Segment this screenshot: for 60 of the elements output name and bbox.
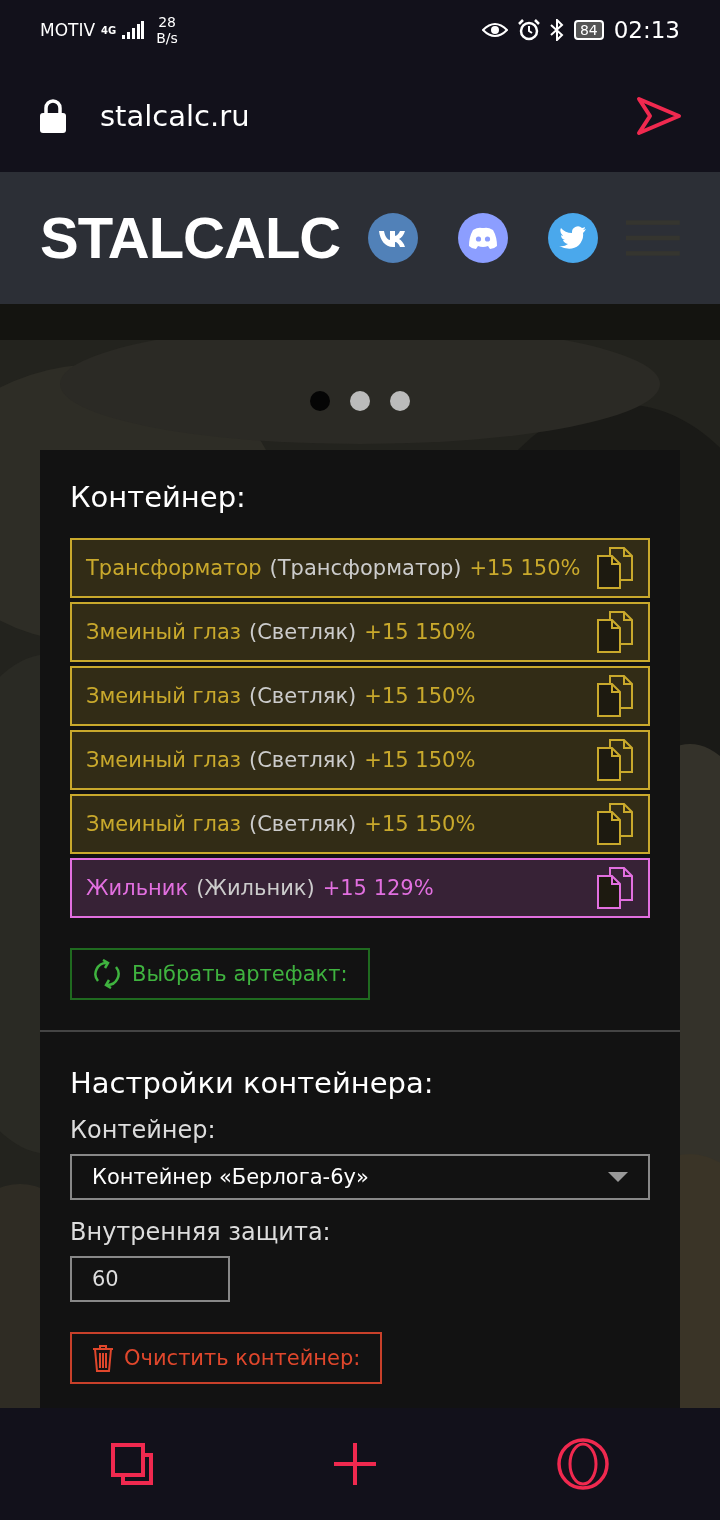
url-text[interactable]: stalcalc.ru	[100, 99, 602, 133]
artifact-name: Змеиный глаз	[86, 620, 241, 644]
refresh-icon	[92, 959, 122, 989]
field-label: Внутренняя защита:	[70, 1218, 332, 1246]
copy-icon[interactable]	[596, 675, 634, 717]
artifact-bonus: +15 150%	[364, 748, 476, 772]
artifact-bonus: +15 129%	[322, 876, 434, 900]
select-artifact-button[interactable]: Выбрать артефакт:	[70, 948, 370, 1000]
artifact-row[interactable]: Змеиный глаз (Светляк) +15 150%	[70, 602, 650, 662]
twitter-bird-icon[interactable]	[548, 213, 599, 263]
artifact-original: (Светляк)	[249, 684, 357, 708]
copy-icon[interactable]	[596, 547, 634, 589]
artifact-name: Жильник	[86, 876, 189, 900]
tabs-icon[interactable]	[110, 1443, 153, 1485]
artifact-bonus: +15 150%	[364, 812, 476, 836]
copy-icon[interactable]	[596, 611, 634, 653]
artifact-row[interactable]: Змеиный глаз (Светляк) +15 150%	[70, 794, 650, 854]
artifact-row[interactable]: Трансформатор (Трансформатор) +15 150%	[70, 538, 650, 598]
artifact-row[interactable]: Жильник (Жильник) +15 129%	[70, 858, 650, 918]
eye-icon	[481, 22, 508, 38]
artifact-row[interactable]: Змеиный глаз (Светляк) +15 150%	[70, 730, 650, 790]
battery-indicator: 84	[573, 20, 604, 40]
section-title: Настройки контейнера:	[70, 1066, 435, 1100]
artifact-name: Змеиный глаз	[86, 684, 241, 708]
copy-icon[interactable]	[596, 739, 634, 781]
copy-icon[interactable]	[596, 803, 634, 845]
artifact-name: Змеиный глаз	[86, 748, 241, 772]
discord-icon[interactable]	[458, 213, 509, 263]
plus-icon[interactable]	[334, 1443, 376, 1485]
alarm-icon	[517, 19, 540, 41]
trash-icon	[92, 1344, 114, 1372]
data-speed-unit: B/s	[156, 30, 178, 46]
opera-icon[interactable]	[557, 1438, 610, 1490]
artifact-original: (Трансформатор)	[269, 556, 462, 580]
field-label: Контейнер:	[70, 1116, 217, 1144]
signal-icon	[122, 21, 145, 39]
artifact-name: Змеиный глаз	[86, 812, 241, 836]
artifact-bonus: +15 150%	[364, 620, 476, 644]
artifact-original: (Светляк)	[249, 812, 357, 836]
copy-icon[interactable]	[596, 867, 634, 909]
carrier-name: MOTIV	[40, 20, 96, 40]
artifact-original: (Жильник)	[196, 876, 315, 900]
clock: 02:13	[613, 17, 680, 43]
artifact-original: (Светляк)	[249, 748, 357, 772]
clear-container-button[interactable]: Очистить контейнер:	[70, 1332, 383, 1384]
data-speed: 28	[158, 14, 176, 30]
artifact-bonus: +15 150%	[469, 556, 581, 580]
lock-icon	[40, 99, 66, 133]
send-icon[interactable]	[636, 96, 682, 136]
network-type: 4G	[101, 24, 117, 36]
artifact-bonus: +15 150%	[364, 684, 476, 708]
bluetooth-icon	[549, 19, 564, 41]
artifact-name: Трансформатор	[86, 556, 262, 580]
section-title: Контейнер:	[70, 480, 247, 514]
protection-input[interactable]: 60	[70, 1256, 230, 1302]
artifact-original: (Светляк)	[249, 620, 357, 644]
artifact-row[interactable]: Змеиный глаз (Светляк) +15 150%	[70, 666, 650, 726]
dropdown-caret-icon	[608, 1172, 628, 1182]
vk-icon[interactable]	[368, 213, 419, 263]
container-select[interactable]: Контейнер «Берлога-6у»	[70, 1154, 650, 1200]
